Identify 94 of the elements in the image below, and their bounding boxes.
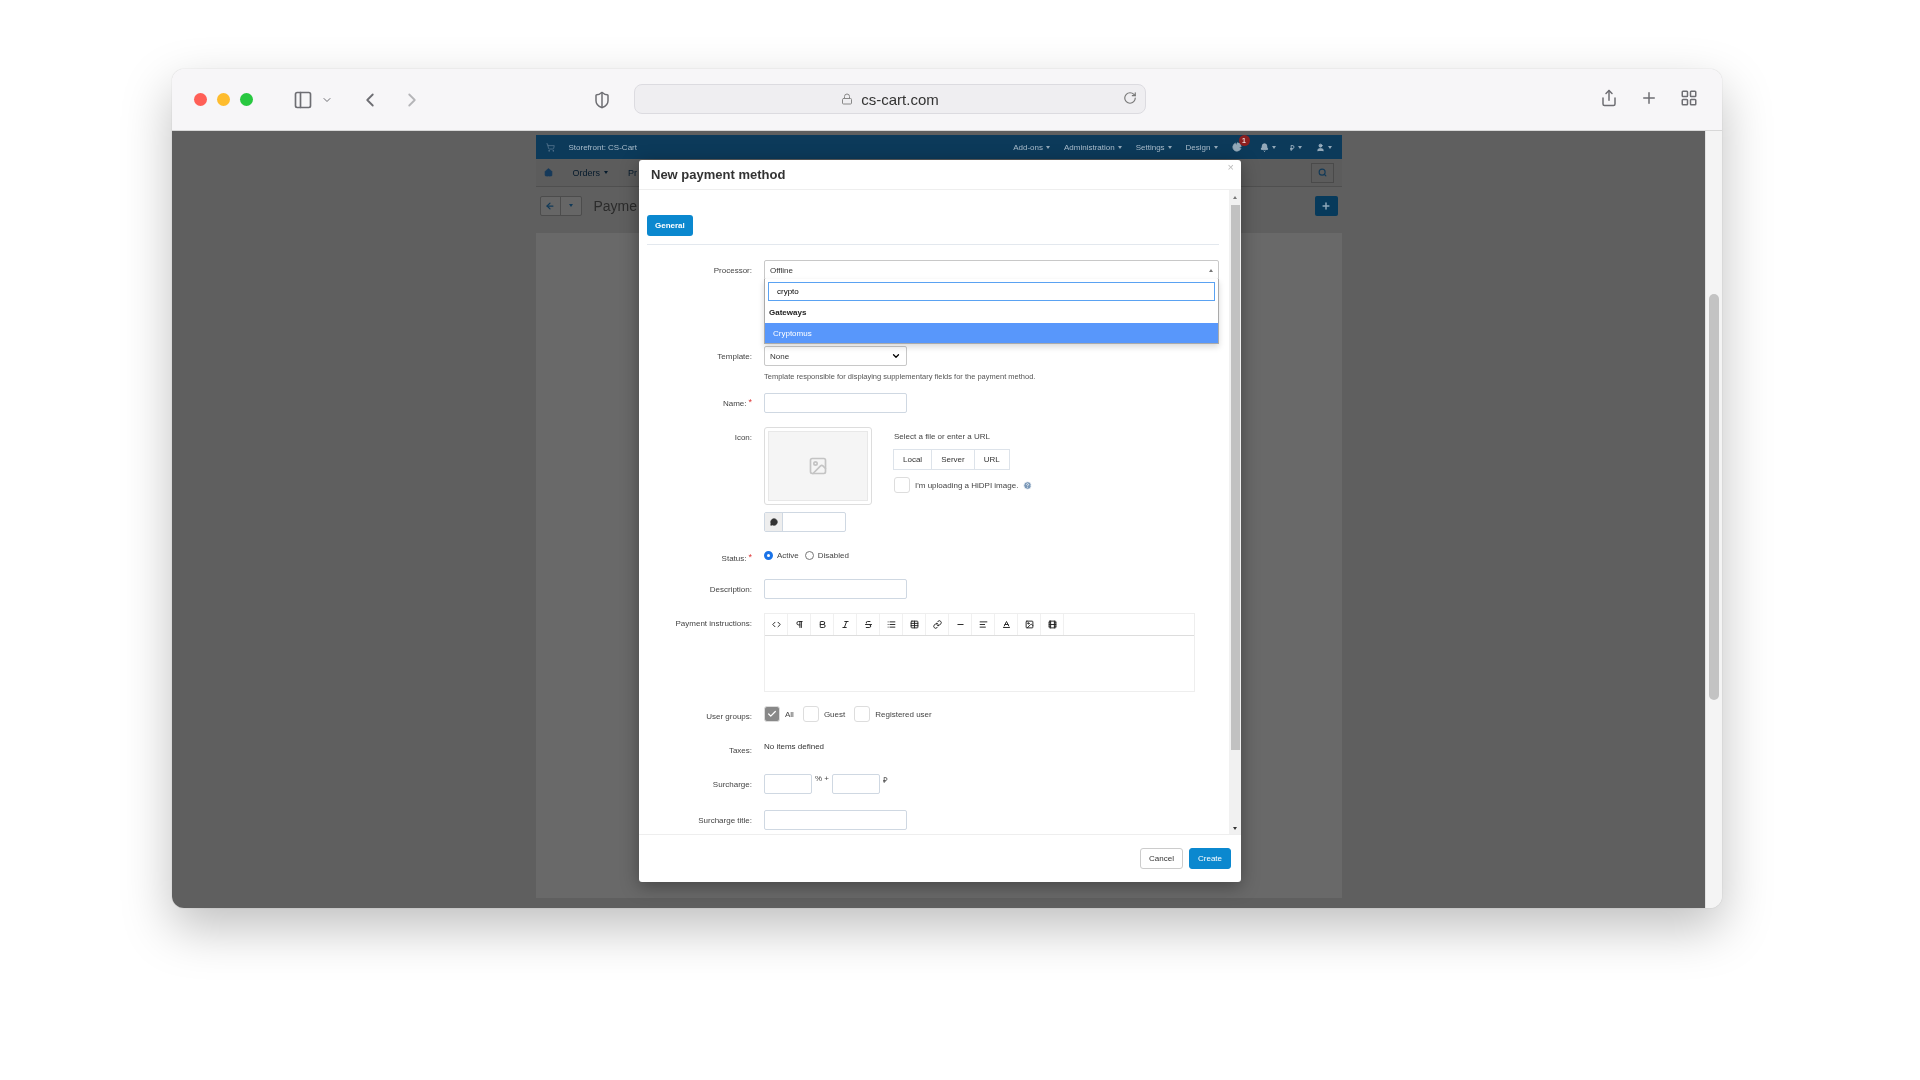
- tab[interactable]: General: [647, 215, 693, 236]
- scrollbar[interactable]: [1229, 190, 1241, 834]
- reload-icon: [1123, 91, 1137, 105]
- close-window-icon[interactable]: [194, 93, 207, 106]
- url-text: cs-cart.com: [861, 90, 939, 108]
- plus-icon: [1321, 200, 1331, 211]
- tabs-overview-icon: [1680, 89, 1698, 107]
- option-group-label: Gateways: [768, 307, 808, 319]
- new-tab-icon: [1640, 89, 1658, 107]
- checkbox[interactable]: [764, 706, 780, 722]
- cart-icon: [545, 142, 555, 152]
- user-icon: [1315, 142, 1325, 152]
- field-label: Description:: [709, 584, 752, 594]
- currency-sign: ₽: [883, 775, 888, 785]
- field-label: Surcharge title:: [698, 815, 752, 825]
- processor-select[interactable]: Offline: [764, 260, 1219, 280]
- code-icon[interactable]: [771, 620, 781, 629]
- maximize-window-icon[interactable]: [240, 93, 253, 106]
- required-mark: *: [748, 396, 752, 407]
- bell-icon: [1259, 142, 1269, 152]
- field-label: Taxes:: [728, 745, 752, 755]
- comment-icon: [769, 518, 778, 526]
- chevron-icon: [891, 351, 901, 361]
- menu-item[interactable]: Administration: [1064, 142, 1122, 152]
- shield-icon: [593, 90, 611, 109]
- italic-icon[interactable]: [840, 620, 850, 629]
- image-placeholder-icon: [808, 456, 828, 476]
- text-color-icon[interactable]: [1001, 620, 1011, 629]
- source-button[interactable]: URL: [973, 449, 1010, 470]
- percent-sign: % +: [815, 774, 829, 783]
- taxes-text: No items defined: [764, 741, 826, 751]
- field-label: Icon:: [734, 432, 752, 442]
- upload-prompt: Select a file or enter a URL: [894, 432, 992, 441]
- field-label: Surcharge:: [712, 779, 752, 789]
- field-label: Template:: [717, 351, 752, 361]
- add-button[interactable]: [1314, 195, 1338, 216]
- page-scrollbar[interactable]: [1705, 131, 1722, 908]
- checkbox-label: Guest: [823, 709, 846, 719]
- radio-button[interactable]: [764, 551, 773, 560]
- field-label: Status:: [721, 553, 747, 563]
- field-label: Processor:: [713, 265, 752, 275]
- share-icon: [1600, 89, 1618, 107]
- field-label: User groups:: [706, 711, 752, 721]
- search-button[interactable]: [1310, 162, 1334, 183]
- storefront-link[interactable]: Storefront: CS-Cart: [568, 142, 637, 152]
- notification-icon: [1231, 142, 1242, 152]
- lock-icon: [841, 93, 854, 105]
- checkbox[interactable]: [894, 477, 910, 493]
- template-select[interactable]: None: [764, 346, 907, 366]
- check-icon: [767, 709, 777, 719]
- amount-field[interactable]: [832, 774, 880, 794]
- field-label: Name:: [722, 398, 747, 408]
- link-icon[interactable]: [932, 620, 942, 629]
- percent-field[interactable]: [764, 774, 812, 794]
- required-mark: *: [748, 551, 752, 562]
- search-icon: [1317, 168, 1327, 177]
- checkbox-label: I'm uploading a HiDPI image.: [915, 480, 1019, 490]
- help-icon: [1023, 480, 1033, 490]
- field-label: Payment instructions:: [675, 618, 752, 628]
- create-button[interactable]: Create: [1189, 848, 1231, 869]
- currency-menu[interactable]: ₽: [1289, 141, 1302, 153]
- text-field[interactable]: [764, 393, 907, 413]
- table-icon[interactable]: [909, 620, 919, 629]
- radio-button[interactable]: [804, 551, 814, 560]
- search-field[interactable]: crypto: [768, 282, 1215, 301]
- notification-badge: 1: [1238, 135, 1250, 146]
- menu-item[interactable]: Design: [1185, 142, 1218, 152]
- arrow-left-icon: [545, 200, 555, 211]
- checkbox[interactable]: [802, 706, 819, 722]
- menu-item[interactable]: Settings: [1135, 142, 1172, 152]
- cancel-button[interactable]: Cancel: [1140, 848, 1183, 869]
- caret-icon: [1209, 268, 1213, 272]
- menu-item[interactable]: Add-ons: [1013, 142, 1050, 152]
- text-field[interactable]: [764, 579, 907, 599]
- radio-label: Active: [777, 551, 799, 560]
- home-icon: [543, 168, 553, 177]
- checkbox-label: All: [785, 709, 794, 719]
- align-icon[interactable]: [978, 620, 988, 629]
- source-button[interactable]: Server: [931, 449, 975, 470]
- text-field[interactable]: [764, 810, 907, 830]
- bold-icon[interactable]: [817, 620, 827, 629]
- video-icon[interactable]: [1047, 620, 1057, 629]
- address-bar[interactable]: cs-cart.com: [634, 84, 1146, 114]
- strikethrough-icon[interactable]: [863, 620, 873, 629]
- alt-text-field[interactable]: [764, 512, 846, 532]
- modal-title: New payment method: [651, 167, 786, 182]
- radio-label: Disabled: [817, 551, 849, 560]
- sidebar-icon: [293, 89, 313, 110]
- paragraph-icon[interactable]: [794, 620, 804, 629]
- checkbox-label: Registered user: [875, 709, 932, 719]
- checkbox[interactable]: [854, 706, 871, 722]
- list-icon[interactable]: [886, 620, 896, 629]
- source-button[interactable]: Local: [893, 449, 933, 470]
- minimize-window-icon[interactable]: [217, 93, 230, 106]
